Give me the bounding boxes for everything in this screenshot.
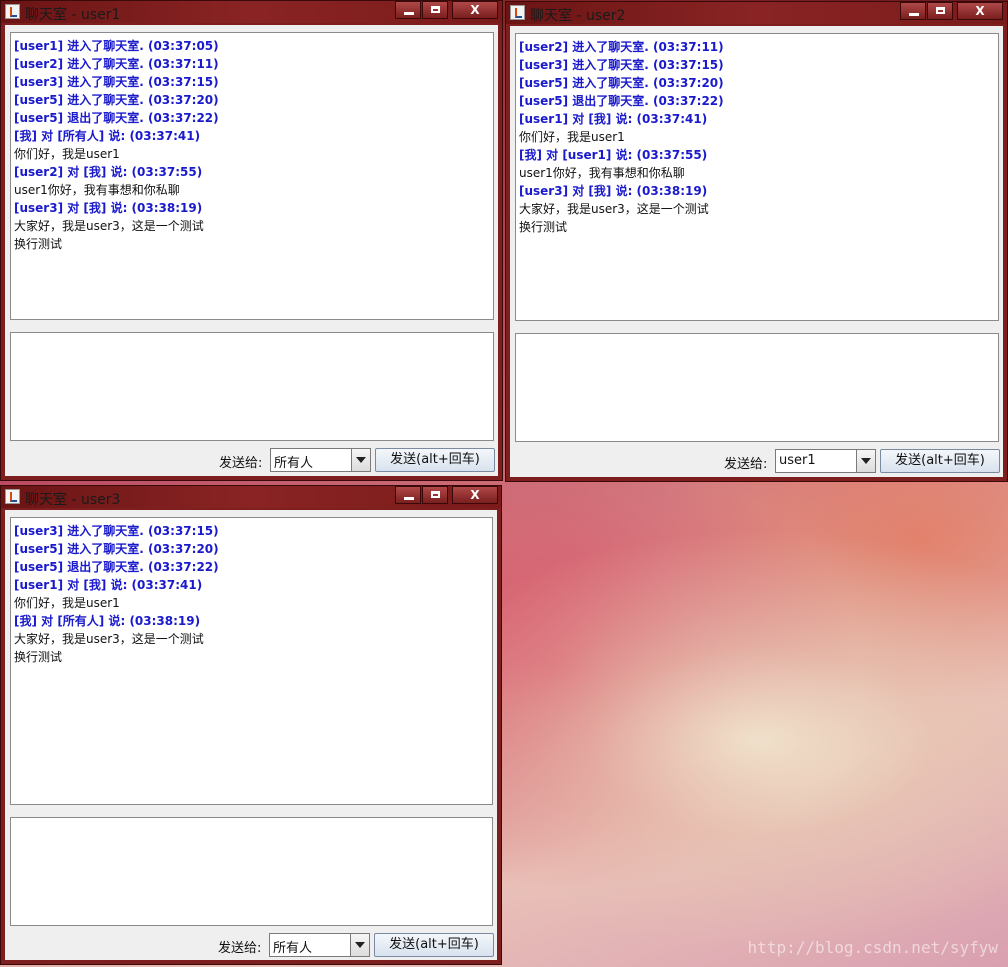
log-message-line: 你们好，我是user1 [14,596,120,610]
maximize-button[interactable] [927,2,953,20]
log-message-line: 换行测试 [14,237,63,251]
log-header-line: [user2] 对 [我] 说: (03:37:55) [14,165,203,179]
log-header-line: [user5] 退出了聊天室. (03:37:22) [14,111,219,125]
recipient-select[interactable]: 所有人 [269,933,370,957]
chat-log[interactable]: [user2] 进入了聊天室. (03:37:11) [user3] 进入了聊天室… [515,33,999,321]
message-input[interactable] [10,817,493,926]
close-icon: X [975,4,985,18]
message-input[interactable] [10,332,494,441]
send-to-label: 发送给: [724,457,768,472]
send-button[interactable]: 发送(alt+回车) [880,449,1000,473]
java-app-icon [5,489,20,504]
close-button[interactable]: X [452,1,498,19]
log-header-line: [user3] 进入了聊天室. (03:37:15) [519,58,724,72]
log-message-line: 大家好，我是user3，这是一个测试 [14,219,204,233]
maximize-button[interactable] [422,1,448,19]
log-message-line: 大家好，我是user3，这是一个测试 [519,202,709,216]
send-controls: 发送给: 所有人 发送(alt+回车) [5,448,498,472]
log-message-line: 换行测试 [14,650,63,664]
log-header-line: [user5] 进入了聊天室. (03:37:20) [14,542,219,556]
title-bar[interactable]: 聊天室 - user2 X [506,2,1007,24]
close-button[interactable]: X [957,2,1003,20]
window-content: [user3] 进入了聊天室. (03:37:15) [user5] 进入了聊天室… [5,510,497,960]
log-header-line: [user3] 对 [我] 说: (03:38:19) [519,184,708,198]
window-title: 聊天室 - user2 [530,8,626,24]
log-header-line: [user2] 进入了聊天室. (03:37:11) [519,40,724,54]
log-header-line: [user5] 退出了聊天室. (03:37:22) [14,560,219,574]
log-header-line: [user3] 进入了聊天室. (03:37:15) [14,524,219,538]
recipient-value: 所有人 [274,456,314,471]
log-header-line: [user3] 对 [我] 说: (03:38:19) [14,201,203,215]
log-message-line: 大家好，我是user3，这是一个测试 [14,632,204,646]
recipient-value: user1 [779,453,816,468]
maximize-button[interactable] [422,486,448,504]
chat-window-user1: 聊天室 - user1 X [user1] 进入了聊天室. (03:37:05)… [0,0,503,481]
log-message-line: 换行测试 [519,220,568,234]
chat-window-user3: 聊天室 - user3 X [user3] 进入了聊天室. (03:37:15)… [0,485,502,965]
chat-log[interactable]: [user1] 进入了聊天室. (03:37:05) [user2] 进入了聊天室… [10,32,494,320]
log-header-line: [user2] 进入了聊天室. (03:37:11) [14,57,219,71]
message-input[interactable] [515,333,999,442]
close-icon: X [470,3,480,17]
send-to-label: 发送给: [218,941,262,956]
log-header-line: [user5] 进入了聊天室. (03:37:20) [519,76,724,90]
minimize-button[interactable] [395,1,421,19]
recipient-select[interactable]: 所有人 [270,448,371,472]
java-app-icon [510,5,525,20]
title-bar[interactable]: 聊天室 - user3 X [1,486,501,508]
send-controls: 发送给: 所有人 发送(alt+回车) [5,933,497,957]
log-header-line: [我] 对 [所有人] 说: (03:38:19) [14,614,201,628]
send-button[interactable]: 发送(alt+回车) [375,448,495,472]
log-message-line: 你们好，我是user1 [519,130,625,144]
java-app-icon [5,4,20,19]
log-header-line: [user5] 进入了聊天室. (03:37:20) [14,93,219,107]
log-message-line: user1你好，我有事想和你私聊 [519,166,685,180]
log-header-line: [user1] 对 [我] 说: (03:37:41) [519,112,708,126]
window-title: 聊天室 - user1 [25,7,121,23]
log-header-line: [user3] 进入了聊天室. (03:37:15) [14,75,219,89]
title-bar[interactable]: 聊天室 - user1 X [1,1,502,23]
close-icon: X [470,488,480,502]
log-header-line: [user1] 进入了聊天室. (03:37:05) [14,39,219,53]
send-controls: 发送给: user1 发送(alt+回车) [510,449,1003,473]
chat-window-user2: 聊天室 - user2 X [user2] 进入了聊天室. (03:37:11)… [505,1,1008,482]
watermark: http://blog.csdn.net/syfyw [747,938,998,957]
chevron-down-icon[interactable] [351,449,370,471]
window-content: [user1] 进入了聊天室. (03:37:05) [user2] 进入了聊天室… [5,25,498,476]
log-message-line: 你们好，我是user1 [14,147,120,161]
send-to-label: 发送给: [219,456,263,471]
log-header-line: [我] 对 [user1] 说: (03:37:55) [519,148,708,162]
log-header-line: [我] 对 [所有人] 说: (03:37:41) [14,129,201,143]
chat-log[interactable]: [user3] 进入了聊天室. (03:37:15) [user5] 进入了聊天室… [10,517,493,805]
log-header-line: [user5] 退出了聊天室. (03:37:22) [519,94,724,108]
minimize-button[interactable] [900,2,926,20]
recipient-value: 所有人 [273,941,313,956]
window-content: [user2] 进入了聊天室. (03:37:11) [user3] 进入了聊天室… [510,26,1003,477]
send-button[interactable]: 发送(alt+回车) [374,933,494,957]
log-message-line: user1你好，我有事想和你私聊 [14,183,180,197]
chevron-down-icon[interactable] [856,450,875,472]
window-title: 聊天室 - user3 [25,492,121,508]
log-header-line: [user1] 对 [我] 说: (03:37:41) [14,578,203,592]
chevron-down-icon[interactable] [350,934,369,956]
close-button[interactable]: X [452,486,498,504]
minimize-button[interactable] [395,486,421,504]
recipient-select[interactable]: user1 [775,449,876,473]
